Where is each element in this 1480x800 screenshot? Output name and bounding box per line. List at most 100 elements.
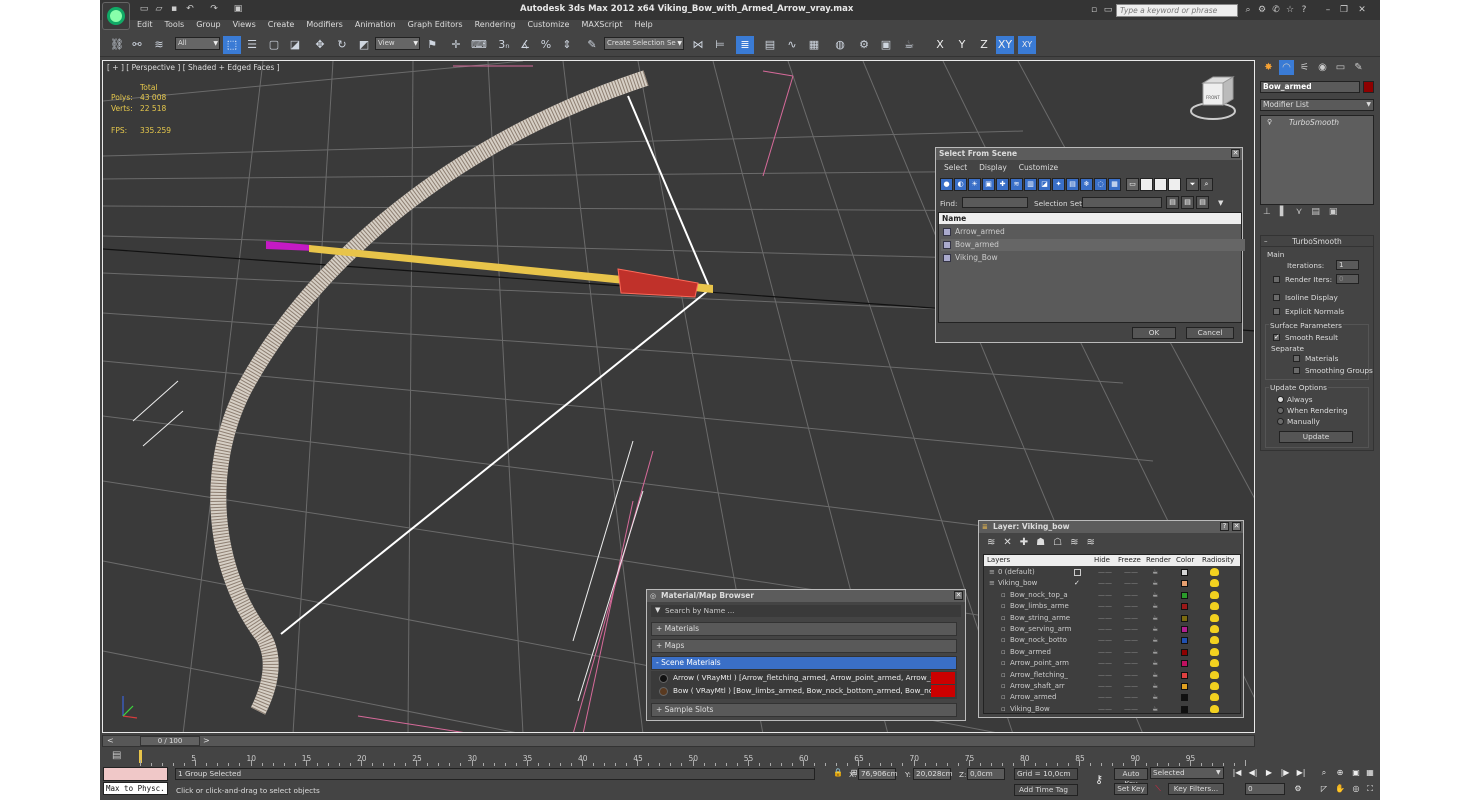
communication-icon[interactable]: ✆ [1270, 4, 1282, 16]
motion-tab-icon[interactable]: ◉ [1315, 60, 1330, 75]
go-to-end-icon[interactable]: ▶| [1295, 767, 1307, 779]
radiosity-icon[interactable] [1210, 670, 1219, 679]
pan-icon[interactable]: ✋ [1334, 783, 1346, 795]
layer-manager-icon[interactable]: ≣ [736, 36, 754, 54]
hide-toggle[interactable]: —— [1098, 635, 1112, 646]
link-icon[interactable]: ⛓ [108, 36, 126, 54]
menu-create[interactable]: Create [268, 20, 295, 32]
radiosity-header[interactable]: Radiosity [1202, 555, 1234, 566]
graphite-modeling-icon[interactable]: ▤ [761, 36, 779, 54]
object-color-swatch[interactable] [1363, 81, 1374, 93]
restrict-z-button[interactable]: Z [975, 36, 993, 54]
render-teapot-icon[interactable]: ☕ [1152, 692, 1158, 703]
menu-select[interactable]: Select [944, 163, 967, 172]
open-icon[interactable]: ▱ [153, 3, 165, 15]
always-radio[interactable] [1277, 396, 1284, 403]
track-bar[interactable]: ▤ 5 10 15 20 25 30 35 40 45 50 55 60 65 70 75 80 85 90 95 [102, 748, 1255, 766]
menu-views[interactable]: Views [233, 20, 256, 32]
geometry-filter-icon[interactable]: ● [940, 178, 953, 191]
render-teapot-icon[interactable]: ☕ [1152, 647, 1158, 658]
frozen-filter-icon[interactable]: ❄ [1080, 178, 1093, 191]
key-icon[interactable]: ⚷ [1090, 774, 1108, 786]
perspective-viewport[interactable]: [ + ] [ Perspective ] [ Shaded + Edged F… [102, 60, 1255, 733]
add-to-layer-icon[interactable]: ✚ [1020, 537, 1028, 548]
rectangular-selection-icon[interactable]: ▢ [265, 36, 283, 54]
make-unique-icon[interactable]: ⋎ [1296, 207, 1303, 217]
menu-edit[interactable]: Edit [137, 20, 153, 32]
display-all-icon[interactable]: ▦ [1108, 178, 1121, 191]
freeze-toggle[interactable]: —— [1124, 567, 1138, 578]
isoline-checkbox[interactable] [1273, 294, 1280, 301]
show-end-result-icon[interactable]: ▌ [1280, 207, 1287, 217]
close-icon[interactable]: ✕ [1231, 149, 1240, 158]
set-key-button[interactable]: Set Key [1114, 783, 1148, 795]
layer-color-swatch[interactable] [1181, 603, 1188, 611]
render-iters-checkbox[interactable] [1273, 276, 1280, 283]
pin-stack-icon[interactable]: ⊥ [1263, 207, 1271, 217]
field-of-view-icon[interactable]: ◸ [1318, 783, 1330, 795]
search-input[interactable]: Type a keyword or phrase [1116, 4, 1238, 17]
arrow-point[interactable] [266, 241, 316, 251]
menu-customize[interactable]: Customize [527, 20, 569, 32]
menu-maxscript[interactable]: MAXScript [581, 20, 622, 32]
maxscript-listener-output[interactable] [103, 767, 168, 781]
freeze-toggle[interactable]: —— [1124, 681, 1138, 692]
layer-row[interactable]: Arrow_fletching_ ▫ —— —— ☕ [986, 670, 1238, 681]
object-name-field[interactable]: Bow_armed [1260, 81, 1360, 93]
spinner-snap-icon[interactable]: ⇕ [558, 36, 576, 54]
x-coordinate[interactable]: 76,906cm [858, 768, 898, 780]
iterations-spinner[interactable]: 1 [1336, 260, 1359, 270]
xrefs-filter-icon[interactable]: ◪ [1038, 178, 1051, 191]
render-header[interactable]: Render [1146, 555, 1171, 566]
prev-frame-icon[interactable]: < [107, 736, 114, 745]
time-config-icon[interactable]: ⚙ [1292, 783, 1304, 795]
hide-toggle[interactable]: —— [1098, 681, 1112, 692]
bow-limb-wireframe[interactable] [210, 70, 649, 715]
help-icon[interactable]: ? [1298, 4, 1310, 16]
ok-button[interactable]: OK [1132, 327, 1176, 339]
layer-row[interactable]: Bow_nock_botto ▫ —— —— ☕ [986, 635, 1238, 646]
create-set-icon[interactable]: ▤ [1166, 196, 1179, 209]
render-production-icon[interactable]: ☕ [900, 36, 918, 54]
mirror-icon[interactable]: ⋈ [689, 36, 707, 54]
radiosity-icon[interactable] [1210, 636, 1219, 645]
edit-named-selection-icon[interactable]: ✎ [583, 36, 601, 54]
shapes-filter-icon[interactable]: ◐ [954, 178, 967, 191]
window-crossing-icon[interactable]: ◪ [286, 36, 304, 54]
ribbon-icon[interactable]: ▭ [1102, 4, 1114, 16]
radiosity-icon[interactable] [1210, 579, 1219, 588]
advanced-filter-icon[interactable]: ⌕ [1200, 178, 1213, 191]
play-icon[interactable]: ▶ [1263, 767, 1275, 779]
previous-frame-icon[interactable]: ◀| [1247, 767, 1259, 779]
next-frame-icon[interactable]: > [203, 736, 210, 745]
radiosity-icon[interactable] [1210, 613, 1219, 622]
current-layer-checkbox[interactable] [1074, 569, 1081, 576]
key-filters-button[interactable]: Key Filters... [1168, 783, 1224, 795]
hide-toggle[interactable]: —— [1098, 647, 1112, 658]
selection-lock-icon[interactable]: 🔒 [832, 767, 844, 779]
layer-color-swatch[interactable] [1181, 694, 1188, 702]
spacewarps-filter-icon[interactable]: ≋ [1010, 178, 1023, 191]
layer-row[interactable]: Viking_Bow ▫ —— —— ☕ [986, 704, 1238, 715]
render-teapot-icon[interactable]: ☕ [1152, 704, 1158, 715]
dialog-title[interactable]: Select From Scene [936, 148, 1242, 160]
layer-color-swatch[interactable] [1181, 580, 1188, 588]
close-icon[interactable]: ✕ [1232, 522, 1241, 531]
restrict-x-button[interactable]: X [931, 36, 949, 54]
key-set-dropdown[interactable]: Selected [1150, 767, 1224, 779]
redo-icon[interactable]: ↷ [208, 3, 220, 15]
radiosity-icon[interactable] [1210, 659, 1219, 668]
material-editor-icon[interactable]: ◍ [831, 36, 849, 54]
curve-editor-icon[interactable]: ∿ [783, 36, 801, 54]
maxscript-listener-input[interactable]: Max to Physc. [103, 782, 168, 795]
freeze-toggle[interactable]: —— [1124, 578, 1138, 589]
move-icon[interactable]: ✥ [311, 36, 329, 54]
hide-header[interactable]: Hide [1094, 555, 1110, 566]
scale-icon[interactable]: ◩ [355, 36, 373, 54]
favorites-icon[interactable]: ☆ [1284, 4, 1296, 16]
default-tangent-icon[interactable]: ⟍ [1152, 783, 1164, 795]
layer-color-swatch[interactable] [1181, 637, 1188, 645]
materials-checkbox[interactable] [1293, 355, 1300, 362]
options-icon[interactable]: ▼ [655, 606, 660, 614]
menu-rendering[interactable]: Rendering [475, 20, 516, 32]
